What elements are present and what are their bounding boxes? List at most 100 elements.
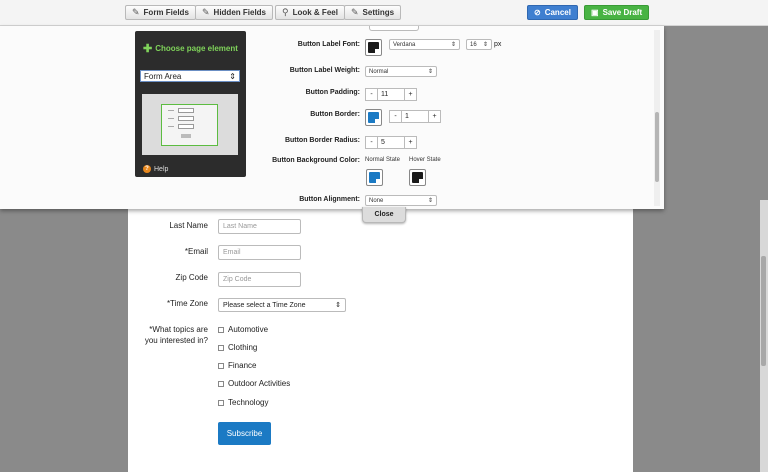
search-icon: ⚲ [282, 7, 289, 17]
zip-code-input[interactable]: Zip Code [218, 272, 301, 287]
pencil-icon: ✎ [202, 7, 210, 17]
save-icon: ▣ [591, 8, 599, 17]
save-draft-label: Save Draft [602, 8, 643, 17]
checkbox-label: Finance [228, 361, 257, 370]
checkbox-label: Outdoor Activities [228, 379, 291, 388]
topics-label-line2: you interested in? [144, 336, 208, 345]
padding-stepper[interactable]: - 11 + [365, 88, 417, 101]
color-fill [368, 42, 379, 53]
updown-arrows-icon: ⇕ [335, 302, 341, 309]
increment-button[interactable]: + [405, 89, 416, 100]
alignment-value: None [369, 197, 384, 204]
decrement-button[interactable]: - [366, 137, 377, 148]
label-font-size-select[interactable]: 16 ⇕ [466, 39, 492, 50]
cancel-icon: ⊘ [534, 8, 541, 17]
hover-state-color-swatch[interactable] [409, 169, 426, 186]
pencil-icon: ✎ [132, 7, 140, 17]
border-stepper[interactable]: - 1 + [389, 110, 441, 123]
font-size-unit: px [494, 41, 502, 48]
look-feel-button[interactable]: ⚲ Look & Feel [275, 5, 345, 20]
border-label: Button Border: [310, 111, 360, 118]
updown-arrows-icon: ⇕ [450, 42, 456, 48]
hidden-fields-button[interactable]: ✎ Hidden Fields [195, 5, 273, 20]
panel-top-tab [369, 26, 419, 31]
alignment-select[interactable]: None ⇕ [365, 195, 437, 206]
look-feel-panel: ✚ Choose page element Form Area ⇕ ? Help… [0, 26, 664, 209]
time-zone-label: *Time Zone [166, 299, 208, 308]
color-fill [412, 172, 423, 183]
label-weight-label: Button Label Weight: [289, 67, 360, 74]
border-radius-value[interactable]: 5 [377, 137, 405, 148]
time-zone-select[interactable]: Please select a Time Zone ⇕ [218, 298, 346, 312]
form-fields-label: Form Fields [143, 8, 189, 17]
cancel-label: Cancel [544, 8, 571, 17]
checkbox-label: Clothing [228, 343, 258, 352]
label-font-color-swatch[interactable] [365, 39, 382, 56]
zip-code-label: Zip Code [175, 273, 208, 282]
normal-state-label: Normal State [365, 157, 401, 163]
hover-state-label: Hover State [409, 157, 441, 163]
form-canvas: Last Name Last Name *Email Email Zip Cod… [128, 200, 633, 472]
label-font-size-value: 16 [470, 41, 477, 48]
page-scrollbar-thumb[interactable] [761, 256, 766, 366]
increment-button[interactable]: + [429, 111, 440, 122]
plus-icon: ✚ [143, 42, 153, 55]
border-radius-stepper[interactable]: - 5 + [365, 136, 417, 149]
help-icon: ? [143, 165, 151, 173]
topic-checkbox-outdoor-activities[interactable]: Outdoor Activities [218, 379, 290, 388]
close-panel-button[interactable]: Close [362, 207, 406, 223]
email-label: *Email [184, 247, 208, 256]
checkbox[interactable] [218, 399, 224, 406]
settings-button[interactable]: ✎ Settings [344, 5, 402, 20]
label-font-label: Button Label Font: [297, 41, 360, 48]
panel-scrollbar[interactable] [654, 30, 660, 206]
border-value[interactable]: 1 [401, 111, 429, 122]
decrement-button[interactable]: - [366, 89, 377, 100]
padding-value[interactable]: 11 [377, 89, 405, 100]
color-fill [369, 172, 380, 183]
time-zone-value: Please select a Time Zone [223, 301, 306, 309]
checkbox-label: Automotive [228, 325, 269, 334]
decrement-button[interactable]: - [390, 111, 401, 122]
save-draft-button[interactable]: ▣ Save Draft [584, 5, 650, 20]
last-name-input[interactable]: Last Name [218, 219, 301, 234]
updown-arrows-icon: ⇕ [482, 42, 488, 48]
color-fill [368, 112, 379, 123]
normal-state-color-swatch[interactable] [366, 169, 383, 186]
top-toolbar: ✎ Form Fields ✎ Hidden Fields ⚲ Look & F… [0, 0, 768, 26]
padding-label: Button Padding: [305, 89, 360, 96]
checkbox-label: Technology [228, 398, 269, 407]
help-label: Help [154, 165, 169, 173]
subscribe-button[interactable]: Subscribe [218, 422, 271, 445]
checkbox[interactable] [218, 380, 224, 387]
last-name-label: Last Name [169, 221, 208, 230]
help-link[interactable]: ? Help [143, 165, 168, 173]
settings-label: Settings [362, 8, 395, 17]
checkbox[interactable] [218, 326, 224, 333]
form-fields-button[interactable]: ✎ Form Fields [125, 5, 196, 20]
border-radius-label: Button Border Radius: [284, 137, 360, 144]
label-weight-select[interactable]: Normal ⇕ [365, 66, 437, 77]
updown-arrows-icon: ⇕ [427, 198, 433, 204]
email-input[interactable]: Email [218, 245, 301, 260]
topic-checkbox-automotive[interactable]: Automotive [218, 325, 268, 334]
page-scrollbar[interactable] [760, 200, 768, 472]
updown-arrows-icon: ⇕ [427, 69, 433, 75]
checkbox[interactable] [218, 362, 224, 369]
checkbox[interactable] [218, 344, 224, 351]
panel-scrollbar-thumb[interactable] [655, 112, 659, 182]
increment-button[interactable]: + [405, 137, 416, 148]
label-weight-value: Normal [369, 68, 389, 75]
topics-label-line1: *What topics are [149, 325, 208, 334]
alignment-label: Button Alignment: [299, 196, 360, 203]
topic-checkbox-clothing[interactable]: Clothing [218, 343, 257, 352]
background-color-label: Button Background Color: [272, 157, 360, 164]
look-feel-label: Look & Feel [292, 8, 338, 17]
border-color-swatch[interactable] [365, 109, 382, 126]
label-font-select[interactable]: Verdana ⇕ [389, 39, 460, 50]
hidden-fields-label: Hidden Fields [213, 8, 266, 17]
topic-checkbox-finance[interactable]: Finance [218, 361, 256, 370]
topic-checkbox-technology[interactable]: Technology [218, 398, 268, 407]
page-element-sidebar: ✚ Choose page element Form Area ⇕ ? Help [135, 31, 246, 177]
cancel-button[interactable]: ⊘ Cancel [527, 5, 578, 20]
